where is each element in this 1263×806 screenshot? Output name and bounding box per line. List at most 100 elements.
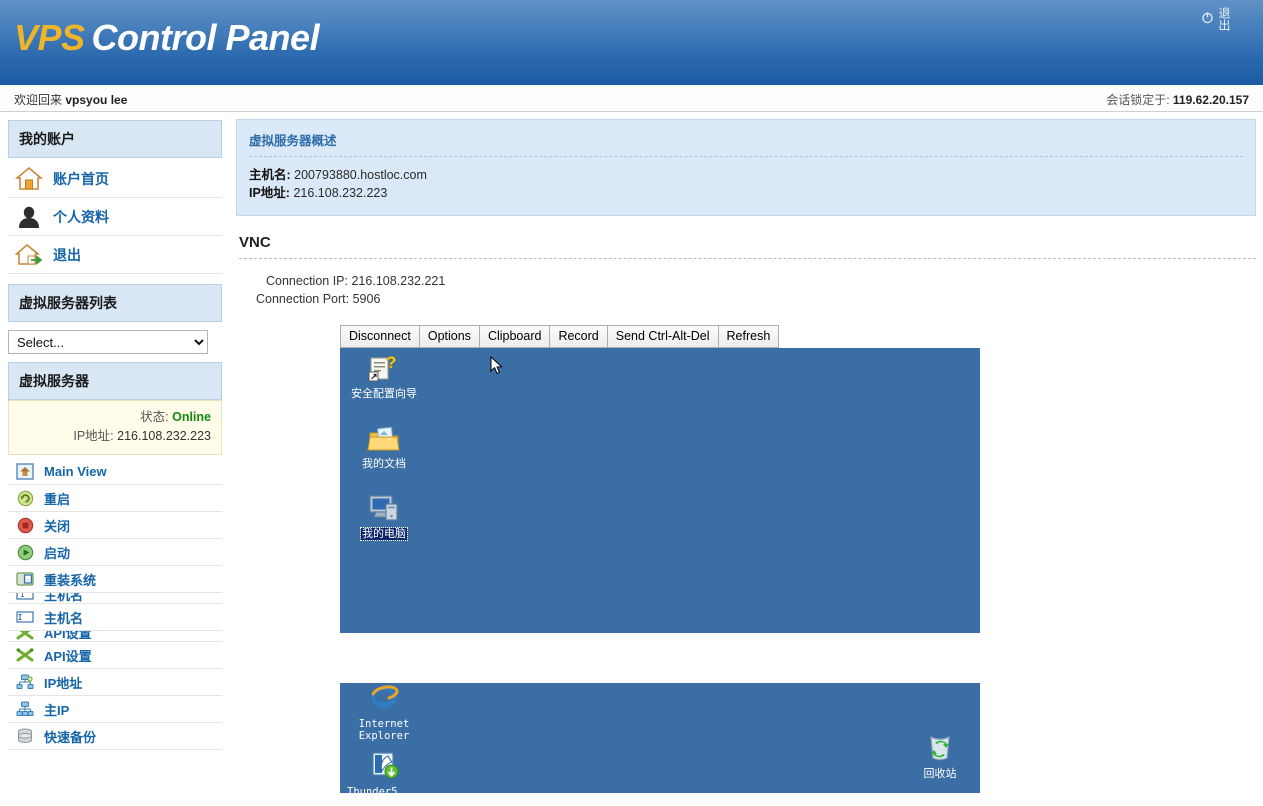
my-documents-icon	[346, 423, 422, 455]
sidebar-item-label: 账户首页	[53, 170, 109, 187]
power-icon	[1201, 11, 1214, 24]
vnc-connection-info: Connection IP: 216.108.232.221 Connectio…	[236, 272, 1256, 308]
session-lock-ip: 119.62.20.157	[1172, 93, 1249, 107]
main-view-icon	[14, 462, 36, 480]
vnc-send-ctrl-alt-del-button[interactable]: Send Ctrl-Alt-Del	[606, 325, 718, 348]
server-status-value: Online	[172, 410, 211, 424]
sidebar-item-label: IP地址	[44, 675, 83, 691]
sidebar-item-label: API设置	[44, 648, 92, 664]
server-overview-title: 虚拟服务器概述	[249, 130, 1243, 157]
vnc-toolbar: Disconnect Options Clipboard Record Send…	[340, 325, 980, 348]
user-icon	[14, 203, 44, 231]
sidebar-item-main-view[interactable]: Main View	[8, 458, 222, 485]
vnc-connection-port-label: Connection Port:	[256, 292, 350, 306]
logo-text-primary: VPS	[14, 17, 85, 58]
welcome-label: 欢迎回来	[14, 93, 63, 107]
sidebar-item-start[interactable]: 启动	[8, 539, 222, 566]
vnc-connection-port-line: Connection Port: 5906	[256, 290, 1256, 308]
api-icon	[14, 631, 36, 641]
hostname-icon	[14, 608, 36, 626]
sidebar-item-label: 退出	[53, 246, 81, 263]
vnc-applet: Disconnect Options Clipboard Record Send…	[340, 325, 980, 793]
sidebar-item-quick-backup[interactable]: 快速备份	[8, 723, 222, 750]
sidebar-item-shutdown[interactable]: 关闭	[8, 512, 222, 539]
sidebar-account-panel-title: 我的账户	[8, 120, 222, 158]
server-select[interactable]: Select...	[8, 330, 208, 354]
sidebar-item-label: 主机名	[44, 610, 84, 626]
vnc-connection-ip-value: 216.108.232.221	[351, 274, 446, 288]
sidebar-item-ip-address[interactable]: IP地址	[8, 669, 222, 696]
sidebar-item-label: 主机名	[44, 593, 84, 603]
sidebar-item-hostname[interactable]: 主机名	[8, 604, 222, 631]
welcome-bar: 欢迎回来 vpsyou lee 会话锁定于: 119.62.20.157	[0, 85, 1263, 112]
desktop-icon-internet-explorer[interactable]: Internet Explorer	[346, 683, 422, 742]
desktop-icon-label: 回收站	[923, 767, 957, 780]
desktop-icon-my-documents[interactable]: 我的文档	[346, 423, 422, 470]
sidebar-item-label: 重装系统	[44, 572, 97, 588]
vnc-disconnect-button[interactable]: Disconnect	[340, 325, 419, 348]
sidebar-item-reinstall[interactable]: 重装系统	[8, 566, 222, 593]
sidebar-item-hostname-ghost[interactable]: I 主机名	[8, 593, 222, 604]
desktop-icon-label: Internet Explorer	[358, 718, 410, 742]
desktop-icon-security-wizard[interactable]: ? 安全配置向导	[346, 353, 422, 400]
home-icon	[14, 165, 44, 193]
restart-icon	[14, 489, 36, 507]
sidebar-item-account-home[interactable]: 账户首页	[8, 160, 222, 198]
vnc-refresh-button[interactable]: Refresh	[717, 325, 780, 348]
sidebar-item-main-ip[interactable]: 主IP	[8, 696, 222, 723]
server-ip-label: IP地址:	[73, 429, 114, 443]
sidebar-server-panel-title: 虚拟服务器	[8, 362, 222, 400]
vnc-options-button[interactable]: Options	[418, 325, 479, 348]
thunder-icon	[346, 751, 422, 783]
desktop-icon-recycle-bin[interactable]: 回收站	[902, 733, 978, 780]
backup-icon	[14, 727, 36, 745]
sidebar-item-label: 启动	[44, 545, 71, 561]
main-content: 虚拟服务器概述 主机名: 200793880.hostloc.com IP地址:…	[236, 112, 1256, 806]
welcome-greeting: 欢迎回来 vpsyou lee	[14, 91, 127, 108]
sidebar-item-label: 个人资料	[53, 208, 109, 225]
sidebar-item-profile[interactable]: 个人资料	[8, 198, 222, 236]
sidebar-item-label: 重启	[44, 491, 71, 507]
app-logo: VPS Control Panel	[14, 17, 320, 59]
internet-explorer-icon	[346, 683, 422, 715]
server-status-label: 状态:	[140, 410, 169, 424]
logo-text-secondary: Control Panel	[91, 17, 320, 58]
desktop-icon-label: 我的电脑	[360, 527, 408, 541]
sidebar-item-api-settings[interactable]: API设置	[8, 642, 222, 669]
vnc-record-button[interactable]: Record	[549, 325, 607, 348]
sidebar-item-label: API设置	[44, 631, 92, 641]
overview-ip-value: 216.108.232.223	[293, 186, 388, 200]
desktop-icon-my-computer[interactable]: 我的电脑	[346, 493, 422, 541]
vnc-desktop-bottom[interactable]: Internet Explorer Thunder5.... 回收站	[340, 683, 980, 793]
api-icon	[14, 646, 36, 664]
vnc-connection-ip-label: Connection IP:	[266, 274, 348, 288]
desktop-icon-label: 我的文档	[362, 457, 406, 470]
sidebar-item-restart[interactable]: 重启	[8, 485, 222, 512]
vnc-connection-port-value: 5906	[352, 292, 381, 306]
sidebar-server-list-panel-title: 虚拟服务器列表	[8, 284, 222, 322]
my-computer-icon	[346, 493, 422, 525]
svg-text:?: ?	[386, 353, 396, 372]
sidebar-item-label: Main View	[44, 463, 107, 479]
server-ip-value: 216.108.232.223	[117, 429, 211, 443]
ip-address-icon	[14, 673, 36, 691]
reinstall-icon	[14, 570, 36, 588]
header-logout-label: 退出	[1217, 7, 1231, 31]
mouse-cursor-icon	[490, 355, 503, 375]
header-logout-button[interactable]: 退出	[1201, 7, 1243, 31]
desktop-icon-thunder[interactable]: Thunder5....	[346, 751, 423, 793]
sidebar-item-api-settings-ghost[interactable]: API设置	[8, 631, 222, 642]
server-select-wrapper: Select...	[8, 324, 222, 362]
svg-text:I: I	[20, 593, 25, 600]
page-body: 我的账户 账户首页 个人资料 退出 虚拟服务器列表 Select... 虚拟服务…	[0, 112, 1263, 806]
vnc-desktop-top[interactable]: ? 安全配置向导 我的文档 我的电脑	[340, 348, 980, 633]
server-ip-line: IP地址: 216.108.232.223	[9, 427, 211, 446]
sidebar-item-logout[interactable]: 退出	[8, 236, 222, 274]
sidebar-item-label: 关闭	[44, 518, 71, 534]
vnc-clipboard-button[interactable]: Clipboard	[478, 325, 550, 348]
desktop-icon-label: 安全配置向导	[351, 387, 417, 400]
play-icon	[14, 543, 36, 561]
sidebar-item-label: 主IP	[44, 702, 70, 718]
security-wizard-icon: ?	[346, 353, 422, 385]
overview-hostname-value: 200793880.hostloc.com	[294, 168, 427, 182]
